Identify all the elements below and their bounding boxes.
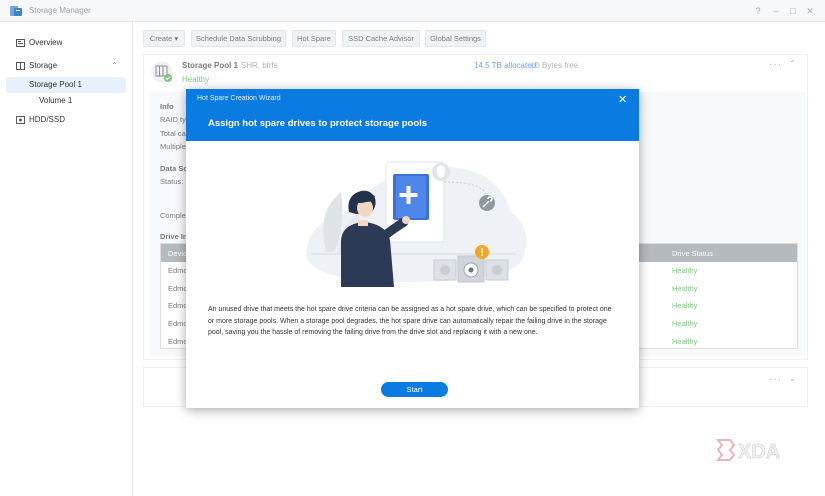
- dialog-title: Assign hot spare drives to protect stora…: [208, 118, 428, 129]
- storage-manager-app-icon: [10, 6, 22, 16]
- sidebar-item-volume-1[interactable]: Volume 1: [6, 93, 126, 109]
- dialog-header: Hot Spare Creation Wizard Assign hot spa…: [186, 89, 639, 141]
- overview-icon: [16, 39, 25, 47]
- hdd-icon: [16, 116, 25, 124]
- sidebar: Overview Storage ⌃ Storage Pool 1 Volume…: [0, 22, 133, 496]
- sidebar-item-label: Volume 1: [39, 96, 73, 105]
- sidebar-item-label: Storage: [29, 61, 58, 70]
- sidebar-item-hdd-ssd[interactable]: HDD/SSD: [6, 112, 126, 128]
- hot-spare-wizard-dialog: Hot Spare Creation Wizard Assign hot spa…: [186, 89, 639, 408]
- close-window-icon[interactable]: ✕: [804, 5, 816, 17]
- storage-icon: [16, 62, 25, 70]
- sidebar-item-label: Storage Pool 1: [29, 80, 82, 89]
- minimize-icon[interactable]: –: [770, 5, 782, 17]
- close-icon[interactable]: ✕: [618, 93, 627, 106]
- chevron-up-icon[interactable]: ⌃: [111, 58, 118, 74]
- sidebar-item-label: Overview: [29, 38, 63, 47]
- title-bar: Storage Manager ? – □ ✕: [0, 0, 825, 22]
- sidebar-item-label: HDD/SSD: [29, 115, 66, 124]
- dialog-caption: Hot Spare Creation Wizard: [197, 95, 281, 102]
- sidebar-item-overview[interactable]: Overview: [6, 35, 126, 51]
- maximize-icon[interactable]: □: [787, 5, 799, 17]
- start-button[interactable]: Start: [381, 382, 448, 397]
- sidebar-item-storage-pool-1[interactable]: Storage Pool 1: [6, 77, 126, 93]
- sidebar-item-storage[interactable]: Storage ⌃: [6, 58, 126, 74]
- hot-spare-illustration: [306, 161, 527, 287]
- dialog-description: An unused drive that meets the hot spare…: [208, 306, 612, 336]
- xda-watermark-logo: XDA: [716, 439, 780, 463]
- watermark-text: XDA: [738, 441, 780, 463]
- help-icon[interactable]: ?: [752, 5, 764, 17]
- window-title: Storage Manager: [29, 6, 91, 15]
